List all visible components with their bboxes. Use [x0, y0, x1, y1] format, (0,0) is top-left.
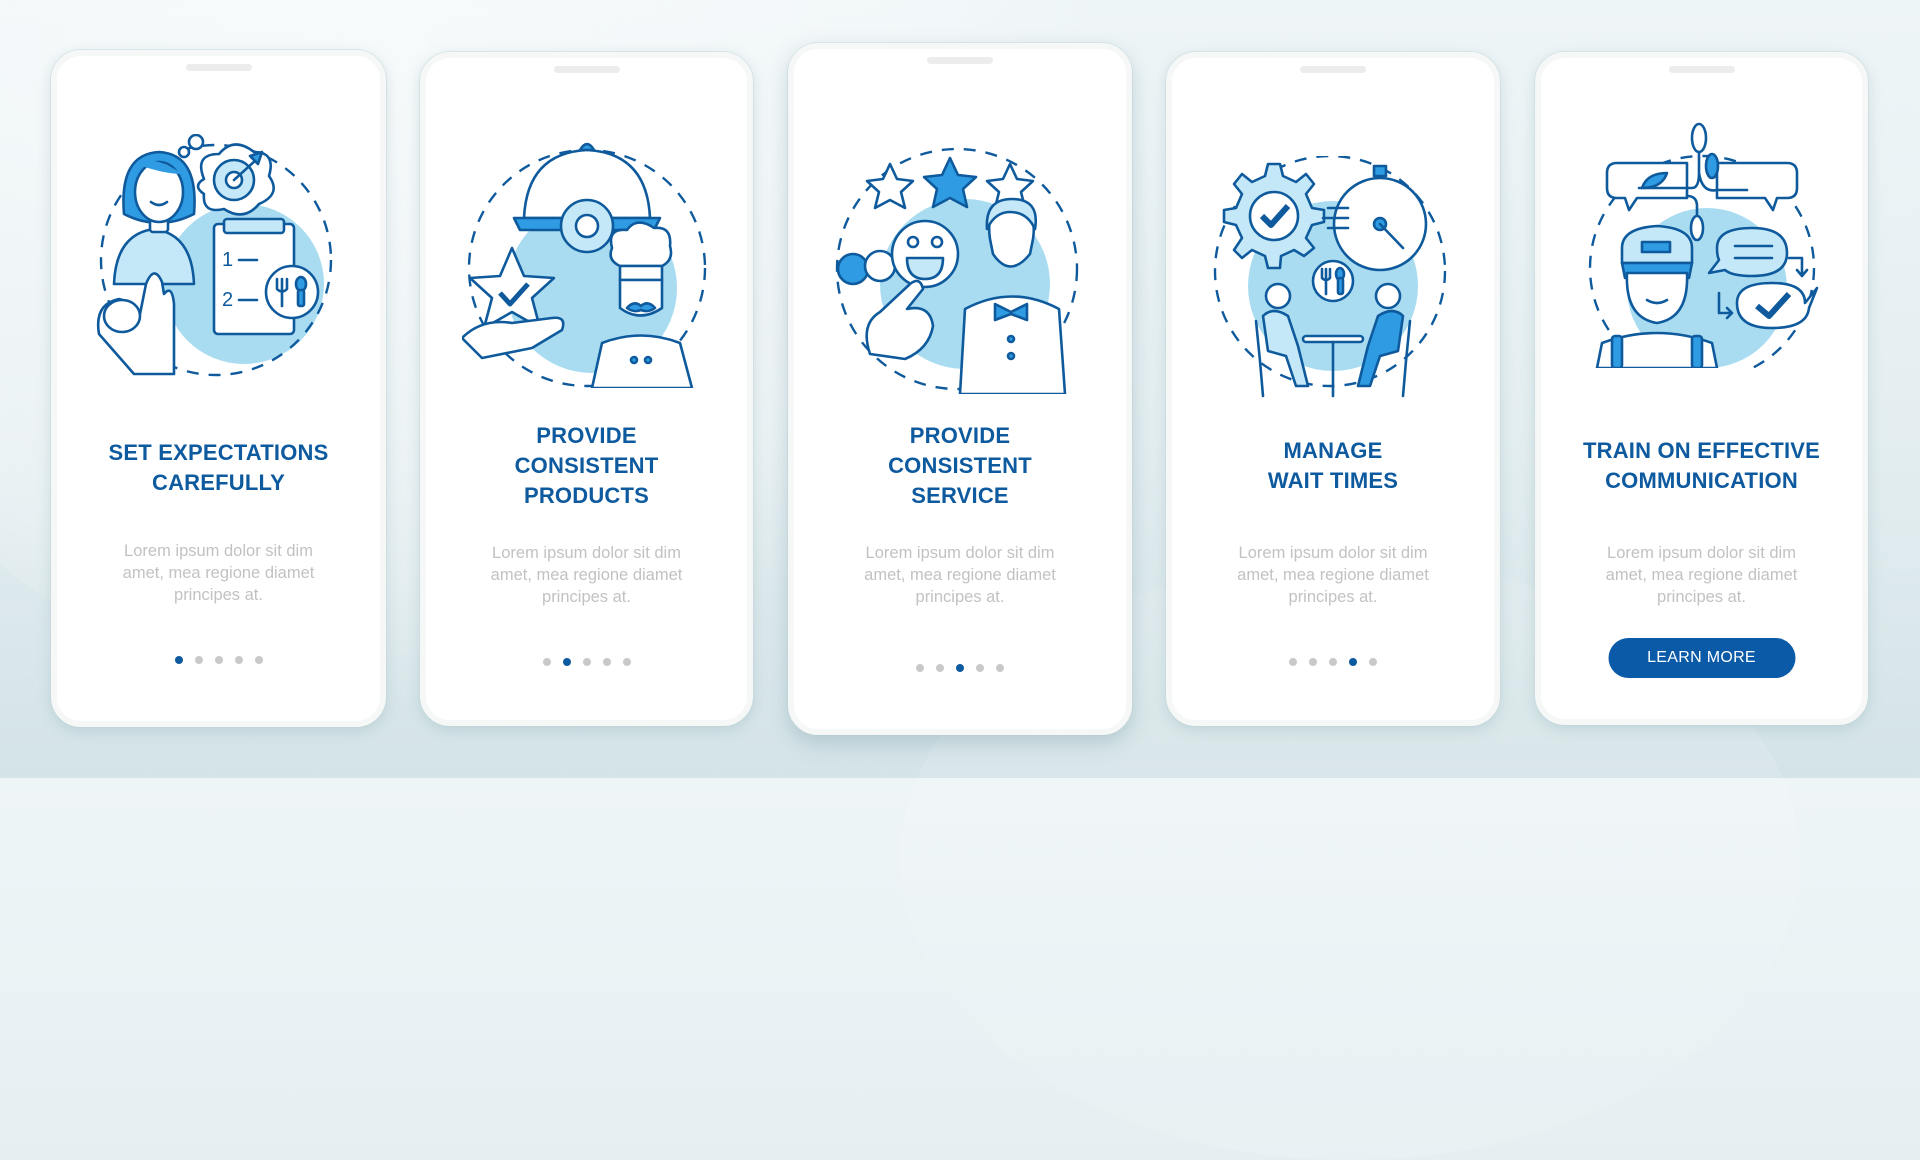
learn-more-button[interactable]: LEARN MORE: [1608, 638, 1795, 678]
manage-wait-times-illustration: [1213, 156, 1447, 398]
screen-description: Lorem ipsum dolor sit dim amet, mea regi…: [122, 542, 315, 604]
page-dot[interactable]: [542, 658, 551, 666]
page-dot[interactable]: [622, 658, 631, 666]
consistent-service-illustration: [835, 147, 1079, 394]
svg-text:1: 1: [222, 249, 233, 271]
page-dot[interactable]: [1289, 658, 1297, 666]
page-dot[interactable]: [936, 664, 944, 672]
speaker-notch: [185, 64, 252, 71]
screen-description: Lorem ipsum dolor sit dim amet, mea regi…: [1605, 544, 1798, 606]
onboarding-screen-5: TRAIN ON EFFECTIVE COMMUNICATION Lorem i…: [1535, 52, 1868, 725]
svg-text:2: 2: [222, 289, 233, 311]
page-dot-active[interactable]: [956, 664, 964, 672]
page-dot-active[interactable]: [174, 656, 183, 664]
speaker-notch: [1668, 66, 1735, 73]
screen-title: SET EXPECTATIONS CAREFULLY: [108, 440, 329, 495]
onboarding-screen-3: PROVIDE CONSISTENT SERVICE Lorem ipsum d…: [788, 43, 1132, 735]
screen-title: PROVIDE CONSISTENT SERVICE: [888, 423, 1032, 508]
page-dot[interactable]: [1369, 658, 1377, 666]
page-indicator: [426, 658, 747, 666]
page-dot[interactable]: [1309, 658, 1317, 666]
page-dot[interactable]: [214, 656, 223, 664]
page-indicator: [57, 656, 380, 664]
page-dot[interactable]: [916, 664, 924, 672]
screen-title: MANAGE WAIT TIMES: [1267, 438, 1399, 493]
set-expectations-illustration: 1 2: [96, 134, 332, 377]
page-dot[interactable]: [1329, 658, 1337, 666]
page-indicator: [794, 664, 1126, 672]
page-dot[interactable]: [254, 656, 263, 664]
screen-description: Lorem ipsum dolor sit dim amet, mea regi…: [1237, 544, 1429, 606]
page-dot[interactable]: [234, 656, 243, 664]
screen-description: Lorem ipsum dolor sit dim amet, mea regi…: [864, 544, 1056, 606]
screen-description: Lorem ipsum dolor sit dim amet, mea regi…: [490, 544, 683, 606]
page-dot[interactable]: [194, 656, 203, 664]
screen-title: TRAIN ON EFFECTIVE COMMUNICATION: [1582, 438, 1821, 493]
speaker-notch: [1300, 66, 1366, 73]
page-dot-active[interactable]: [1349, 658, 1357, 666]
page-dot[interactable]: [602, 658, 611, 666]
page-dot[interactable]: [582, 658, 591, 666]
onboarding-screen-1: 1 2 SET EXPECTATIONS CAREFULLY Lorem ips…: [51, 50, 386, 727]
page-dot-active[interactable]: [562, 658, 571, 666]
speaker-notch: [553, 66, 620, 73]
onboarding-screen-4: MANAGE WAIT TIMES Lorem ipsum dolor sit …: [1166, 52, 1500, 726]
onboarding-screen-2: PROVIDE CONSISTENT PRODUCTS Lorem ipsum …: [420, 52, 753, 726]
page-dot[interactable]: [976, 664, 984, 672]
page-dot[interactable]: [996, 664, 1004, 672]
effective-communication-illustration: [1588, 122, 1818, 368]
screen-title: PROVIDE CONSISTENT PRODUCTS: [514, 423, 659, 508]
page-indicator: [1172, 658, 1494, 666]
speaker-notch: [927, 57, 993, 64]
consistent-products-illustration: [461, 142, 706, 388]
